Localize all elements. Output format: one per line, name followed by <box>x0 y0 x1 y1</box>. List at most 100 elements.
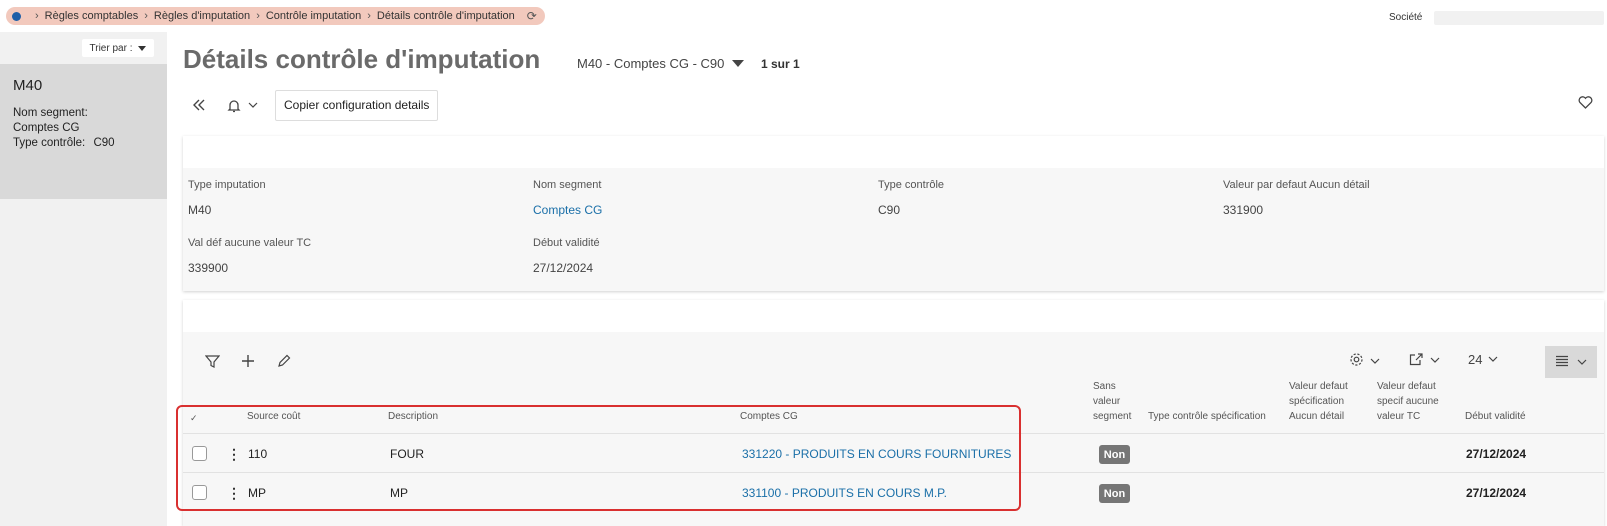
record-selector[interactable]: M40 - Comptes CG - C90 <box>577 56 745 71</box>
cell-debut-validite: 27/12/2024 <box>1466 447 1527 461</box>
caret-down-icon <box>732 60 745 67</box>
breadcrumb-item-regles-comptables[interactable]: Règles comptables <box>45 10 139 22</box>
page-title: Détails contrôle d'imputation <box>183 44 541 74</box>
field-debut-validite: Début validité 27/12/2024 <box>533 237 600 275</box>
field-value: 331900 <box>1223 203 1264 217</box>
refresh-icon[interactable]: ⟳ <box>527 9 537 23</box>
cell-source-cout: 110 <box>248 447 268 461</box>
header-line: Aucun détail <box>1289 411 1345 422</box>
nom-segment-link[interactable]: Comptes CG <box>533 203 602 217</box>
column-header-sans-valeur-segment[interactable]: Sans valeur segment <box>1093 379 1131 424</box>
details-fields: Type imputation M40 Nom segment Comptes … <box>183 168 1604 291</box>
export-icon <box>1409 352 1424 369</box>
field-label: Type contrôle <box>878 179 945 191</box>
header-line: spécification <box>1289 396 1345 407</box>
row-actions-kebab-icon[interactable]: ⋮ <box>227 485 241 502</box>
breadcrumb-item-controle-imputation[interactable]: Contrôle imputation <box>266 10 361 22</box>
column-header-comptes-cg[interactable]: Comptes CG <box>740 409 798 424</box>
field-value: 27/12/2024 <box>533 261 594 275</box>
chevron-down-icon[interactable] <box>245 89 261 121</box>
record-card-line: Type contrôle: C90 <box>13 136 154 151</box>
field-valeur-defaut: Valeur par defaut Aucun détail 331900 <box>1223 179 1370 217</box>
breadcrumb: › Règles comptables › Règles d'imputatio… <box>6 7 545 25</box>
cell-comptes-cg-link[interactable]: 331100 - PRODUITS EN COURS M.P. <box>742 486 947 500</box>
breadcrumb-bar: › Règles comptables › Règles d'imputatio… <box>0 0 1607 32</box>
cell-description: MP <box>390 486 408 500</box>
table-row[interactable]: ⋮ 110 FOUR 331220 - PRODUITS EN COURS FO… <box>183 433 1604 473</box>
field-value: C90 <box>878 203 901 217</box>
add-icon[interactable] <box>237 354 259 374</box>
copy-config-details-button[interactable]: Copier configuration details <box>275 89 439 121</box>
breadcrumb-item-regles-imputation[interactable]: Règles d'imputation <box>154 10 250 22</box>
field-type-imputation: Type imputation M40 <box>188 179 266 217</box>
select-all-check-icon[interactable]: ✓ <box>190 411 198 426</box>
filter-icon[interactable] <box>201 354 223 374</box>
record-card-type-label: Type contrôle: <box>13 137 86 149</box>
home-dot-icon[interactable] <box>12 11 21 21</box>
details-section: Type imputation M40 Nom segment Comptes … <box>183 136 1604 291</box>
page-size-select[interactable]: 24 <box>1468 352 1498 367</box>
list-view-icon <box>1555 354 1569 370</box>
gear-icon <box>1349 352 1364 370</box>
row-checkbox[interactable] <box>192 485 207 500</box>
grid-section: 24 ✓ Source coût Description Comptes CG … <box>183 300 1604 526</box>
bell-icon[interactable] <box>223 89 245 121</box>
column-header-debut-validite[interactable]: Début validité <box>1465 409 1526 424</box>
field-value: 339900 <box>188 261 229 275</box>
field-nom-segment: Nom segment Comptes CG <box>533 179 602 217</box>
header-line: Valeur defaut <box>1377 381 1436 392</box>
chevron-down-icon <box>1577 357 1587 368</box>
column-header-valeur-defaut-specification[interactable]: Valeur defaut spécification Aucun détail <box>1289 379 1348 424</box>
row-checkbox[interactable] <box>192 446 207 461</box>
column-header-type-controle-specification[interactable]: Type contrôle spécification <box>1148 409 1266 424</box>
header-line: specif aucune <box>1377 396 1439 407</box>
favorite-heart-icon[interactable] <box>1578 96 1593 112</box>
chevron-down-icon <box>1488 354 1498 365</box>
field-label: Valeur par defaut Aucun détail <box>1223 179 1370 191</box>
record-card-type-value: C90 <box>93 137 115 149</box>
edit-pencil-icon[interactable] <box>273 354 295 374</box>
chevron-right-icon: › <box>367 10 371 22</box>
cell-debut-validite: 27/12/2024 <box>1466 486 1527 500</box>
column-header-valeur-defaut-tc[interactable]: Valeur defaut specif aucune valeur TC <box>1377 379 1439 424</box>
chevron-right-icon: › <box>144 10 148 22</box>
field-label: Nom segment <box>533 179 602 191</box>
record-card[interactable]: M40 Nom segment: Comptes CG Type contrôl… <box>0 64 167 199</box>
left-panel: Trier par : M40 Nom segment: Comptes CG … <box>0 32 167 526</box>
column-header-source-cout[interactable]: Source coût <box>247 409 300 424</box>
cell-source-cout: MP <box>248 486 266 500</box>
sort-button[interactable]: Trier par : <box>82 39 154 57</box>
societe-value-field[interactable] <box>1434 11 1604 25</box>
double-chevron-left-icon[interactable] <box>183 89 215 121</box>
view-mode-button[interactable] <box>1545 346 1597 378</box>
field-label: Début validité <box>533 237 600 249</box>
table-row[interactable]: ⋮ MP MP 331100 - PRODUITS EN COURS M.P. … <box>183 472 1604 512</box>
toolbar: Copier configuration details <box>183 89 439 121</box>
chevron-right-icon: › <box>256 10 260 22</box>
chevron-down-icon <box>1370 356 1380 367</box>
record-card-title: M40 <box>13 77 43 94</box>
settings-menu[interactable] <box>1349 352 1380 370</box>
field-value: M40 <box>188 203 212 217</box>
grid-toolbar <box>201 354 295 374</box>
field-label: Val déf aucune valeur TC <box>188 237 312 249</box>
cell-comptes-cg-link[interactable]: 331220 - PRODUITS EN COURS FOURNITURES <box>742 447 1011 461</box>
header-line: Valeur defaut <box>1289 381 1348 392</box>
column-header-description[interactable]: Description <box>388 409 438 424</box>
field-val-def-tc: Val déf aucune valeur TC 339900 <box>188 237 311 275</box>
record-card-line: Nom segment: <box>13 107 88 119</box>
status-badge: Non <box>1099 445 1130 464</box>
status-badge: Non <box>1099 484 1130 503</box>
breadcrumb-item-current: Détails contrôle d'imputation <box>376 10 515 22</box>
field-type-controle: Type contrôle C90 <box>878 179 944 217</box>
caret-down-icon <box>138 45 147 51</box>
societe-label: Société <box>1389 12 1423 23</box>
page-size-value: 24 <box>1468 352 1483 367</box>
chevron-down-icon <box>1430 355 1440 366</box>
header-line: Sans <box>1093 381 1116 392</box>
header-line: segment <box>1093 411 1132 422</box>
pager: 1 sur 1 <box>761 57 800 71</box>
row-actions-kebab-icon[interactable]: ⋮ <box>227 446 241 463</box>
export-menu[interactable] <box>1409 352 1440 369</box>
sort-label: Trier par : <box>89 42 133 54</box>
